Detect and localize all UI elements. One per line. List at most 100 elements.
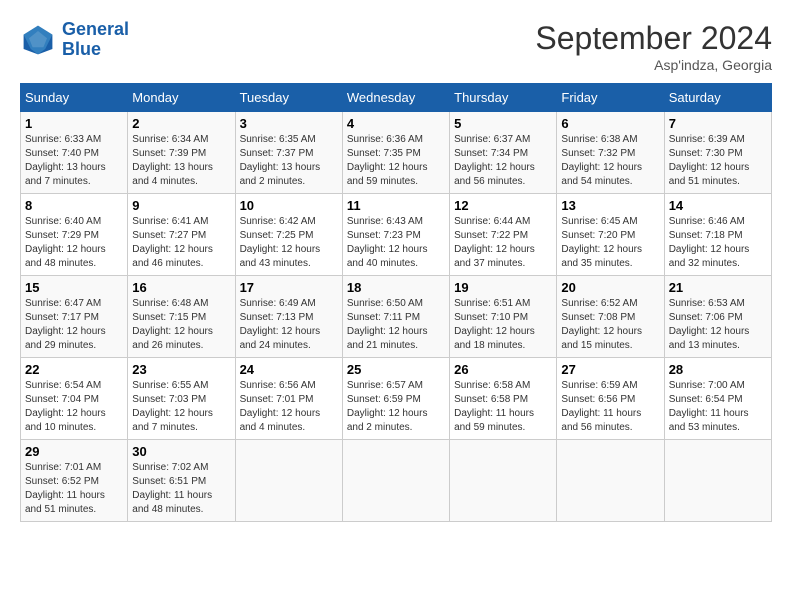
header-day-monday: Monday — [128, 84, 235, 112]
calendar-cell: 2Sunrise: 6:34 AM Sunset: 7:39 PM Daylig… — [128, 112, 235, 194]
day-number: 18 — [347, 280, 445, 295]
day-info: Sunrise: 6:50 AM Sunset: 7:11 PM Dayligh… — [347, 297, 445, 353]
week-row-5: 29 Sunrise: 7:01 AM Sunset: 6:52 PM Dayli… — [21, 440, 772, 522]
calendar-cell: 27 Sunrise: 6:59 AM Sunset: 6:56 PM Dayli… — [557, 358, 664, 440]
calendar-cell: 28 Sunrise: 7:00 AM Sunset: 6:54 PM Dayli… — [664, 358, 771, 440]
day-number: 1 — [25, 116, 123, 131]
day-info: Sunrise: 6:34 AM Sunset: 7:39 PM Dayligh… — [132, 133, 230, 189]
day-number: 12 — [454, 198, 552, 213]
day-info: Sunrise: 6:39 AM Sunset: 7:30 PM Dayligh… — [669, 133, 767, 189]
header-day-saturday: Saturday — [664, 84, 771, 112]
day-info: Sunrise: 6:56 AM Sunset: 7:01 PM Dayligh… — [240, 379, 338, 435]
day-info: Sunrise: 7:00 AM Sunset: 6:54 PM Dayligh… — [669, 379, 767, 435]
day-number: 28 — [669, 362, 767, 377]
header-day-friday: Friday — [557, 84, 664, 112]
day-info: Sunrise: 6:36 AM Sunset: 7:35 PM Dayligh… — [347, 133, 445, 189]
calendar-cell: 8 Sunrise: 6:40 AM Sunset: 7:29 PM Daylig… — [21, 194, 128, 276]
header-day-wednesday: Wednesday — [342, 84, 449, 112]
calendar-cell — [557, 440, 664, 522]
calendar-cell: 18 Sunrise: 6:50 AM Sunset: 7:11 PM Dayli… — [342, 276, 449, 358]
calendar-cell: 12 Sunrise: 6:44 AM Sunset: 7:22 PM Dayli… — [450, 194, 557, 276]
day-info: Sunrise: 6:37 AM Sunset: 7:34 PM Dayligh… — [454, 133, 552, 189]
day-info: Sunrise: 6:52 AM Sunset: 7:08 PM Dayligh… — [561, 297, 659, 353]
header-day-thursday: Thursday — [450, 84, 557, 112]
logo-icon — [20, 22, 56, 58]
calendar-cell — [235, 440, 342, 522]
calendar-cell: 5 Sunrise: 6:37 AM Sunset: 7:34 PM Daylig… — [450, 112, 557, 194]
header-day-tuesday: Tuesday — [235, 84, 342, 112]
day-number: 9 — [132, 198, 230, 213]
calendar-header: SundayMondayTuesdayWednesdayThursdayFrid… — [21, 84, 772, 112]
page-header: General Blue September 2024 Asp'indza, G… — [20, 20, 772, 73]
calendar-cell: 1Sunrise: 6:33 AM Sunset: 7:40 PM Daylig… — [21, 112, 128, 194]
day-number: 24 — [240, 362, 338, 377]
calendar-cell: 13 Sunrise: 6:45 AM Sunset: 7:20 PM Dayli… — [557, 194, 664, 276]
calendar-table: SundayMondayTuesdayWednesdayThursdayFrid… — [20, 83, 772, 522]
calendar-cell: 20 Sunrise: 6:52 AM Sunset: 7:08 PM Dayli… — [557, 276, 664, 358]
day-number: 13 — [561, 198, 659, 213]
calendar-cell: 19 Sunrise: 6:51 AM Sunset: 7:10 PM Dayli… — [450, 276, 557, 358]
week-row-1: 1Sunrise: 6:33 AM Sunset: 7:40 PM Daylig… — [21, 112, 772, 194]
day-info: Sunrise: 6:57 AM Sunset: 6:59 PM Dayligh… — [347, 379, 445, 435]
week-row-2: 8 Sunrise: 6:40 AM Sunset: 7:29 PM Daylig… — [21, 194, 772, 276]
logo-text: General Blue — [62, 20, 129, 60]
day-number: 4 — [347, 116, 445, 131]
day-info: Sunrise: 6:59 AM Sunset: 6:56 PM Dayligh… — [561, 379, 659, 435]
day-info: Sunrise: 6:45 AM Sunset: 7:20 PM Dayligh… — [561, 215, 659, 271]
header-day-sunday: Sunday — [21, 84, 128, 112]
day-number: 27 — [561, 362, 659, 377]
day-info: Sunrise: 6:48 AM Sunset: 7:15 PM Dayligh… — [132, 297, 230, 353]
calendar-cell — [342, 440, 449, 522]
day-number: 10 — [240, 198, 338, 213]
day-info: Sunrise: 6:51 AM Sunset: 7:10 PM Dayligh… — [454, 297, 552, 353]
calendar-cell: 11Sunrise: 6:43 AM Sunset: 7:23 PM Dayli… — [342, 194, 449, 276]
calendar-cell — [664, 440, 771, 522]
calendar-cell: 29 Sunrise: 7:01 AM Sunset: 6:52 PM Dayli… — [21, 440, 128, 522]
day-number: 16 — [132, 280, 230, 295]
location: Asp'indza, Georgia — [535, 57, 772, 73]
calendar-cell: 23Sunrise: 6:55 AM Sunset: 7:03 PM Dayli… — [128, 358, 235, 440]
day-info: Sunrise: 6:54 AM Sunset: 7:04 PM Dayligh… — [25, 379, 123, 435]
day-info: Sunrise: 6:40 AM Sunset: 7:29 PM Dayligh… — [25, 215, 123, 271]
day-info: Sunrise: 6:44 AM Sunset: 7:22 PM Dayligh… — [454, 215, 552, 271]
day-info: Sunrise: 6:41 AM Sunset: 7:27 PM Dayligh… — [132, 215, 230, 271]
day-number: 6 — [561, 116, 659, 131]
month-title: September 2024 — [535, 20, 772, 57]
calendar-body: 1Sunrise: 6:33 AM Sunset: 7:40 PM Daylig… — [21, 112, 772, 522]
calendar-cell: 6Sunrise: 6:38 AM Sunset: 7:32 PM Daylig… — [557, 112, 664, 194]
day-info: Sunrise: 7:01 AM Sunset: 6:52 PM Dayligh… — [25, 461, 123, 517]
day-number: 15 — [25, 280, 123, 295]
header-row: SundayMondayTuesdayWednesdayThursdayFrid… — [21, 84, 772, 112]
calendar-cell: 22 Sunrise: 6:54 AM Sunset: 7:04 PM Dayli… — [21, 358, 128, 440]
calendar-cell: 9 Sunrise: 6:41 AM Sunset: 7:27 PM Daylig… — [128, 194, 235, 276]
calendar-cell: 26 Sunrise: 6:58 AM Sunset: 6:58 PM Dayli… — [450, 358, 557, 440]
day-number: 14 — [669, 198, 767, 213]
day-number: 29 — [25, 444, 123, 459]
week-row-3: 15 Sunrise: 6:47 AM Sunset: 7:17 PM Dayli… — [21, 276, 772, 358]
calendar-cell: 30Sunrise: 7:02 AM Sunset: 6:51 PM Dayli… — [128, 440, 235, 522]
calendar-cell: 24 Sunrise: 6:56 AM Sunset: 7:01 PM Dayli… — [235, 358, 342, 440]
calendar-cell: 10 Sunrise: 6:42 AM Sunset: 7:25 PM Dayli… — [235, 194, 342, 276]
day-info: Sunrise: 6:46 AM Sunset: 7:18 PM Dayligh… — [669, 215, 767, 271]
day-number: 5 — [454, 116, 552, 131]
logo: General Blue — [20, 20, 129, 60]
calendar-cell: 25Sunrise: 6:57 AM Sunset: 6:59 PM Dayli… — [342, 358, 449, 440]
day-number: 8 — [25, 198, 123, 213]
logo-line2: Blue — [62, 39, 101, 59]
day-number: 19 — [454, 280, 552, 295]
day-number: 22 — [25, 362, 123, 377]
calendar-cell: 16 Sunrise: 6:48 AM Sunset: 7:15 PM Dayli… — [128, 276, 235, 358]
day-info: Sunrise: 6:42 AM Sunset: 7:25 PM Dayligh… — [240, 215, 338, 271]
day-number: 30 — [132, 444, 230, 459]
logo-line1: General — [62, 19, 129, 39]
calendar-cell: 3Sunrise: 6:35 AM Sunset: 7:37 PM Daylig… — [235, 112, 342, 194]
day-number: 17 — [240, 280, 338, 295]
day-info: Sunrise: 6:58 AM Sunset: 6:58 PM Dayligh… — [454, 379, 552, 435]
day-info: Sunrise: 6:47 AM Sunset: 7:17 PM Dayligh… — [25, 297, 123, 353]
week-row-4: 22 Sunrise: 6:54 AM Sunset: 7:04 PM Dayli… — [21, 358, 772, 440]
title-block: September 2024 Asp'indza, Georgia — [535, 20, 772, 73]
day-number: 23 — [132, 362, 230, 377]
day-info: Sunrise: 6:43 AM Sunset: 7:23 PM Dayligh… — [347, 215, 445, 271]
day-number: 20 — [561, 280, 659, 295]
day-number: 26 — [454, 362, 552, 377]
